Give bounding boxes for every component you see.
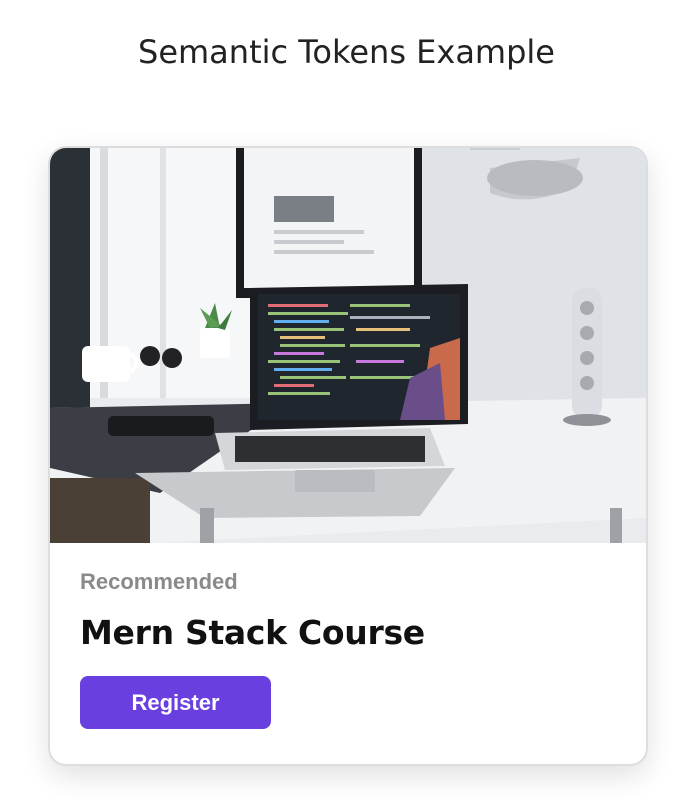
course-card: Recommended Mern Stack Course Register	[48, 146, 648, 766]
page: Semantic Tokens Example Recommended Mern…	[0, 0, 693, 803]
course-title: Mern Stack Course	[80, 613, 425, 652]
recommended-label: Recommended	[80, 569, 238, 594]
course-image	[50, 148, 646, 543]
page-title: Semantic Tokens Example	[138, 33, 555, 71]
register-button[interactable]: Register	[80, 676, 271, 729]
card-body: Recommended Mern Stack Course Register	[50, 543, 646, 764]
